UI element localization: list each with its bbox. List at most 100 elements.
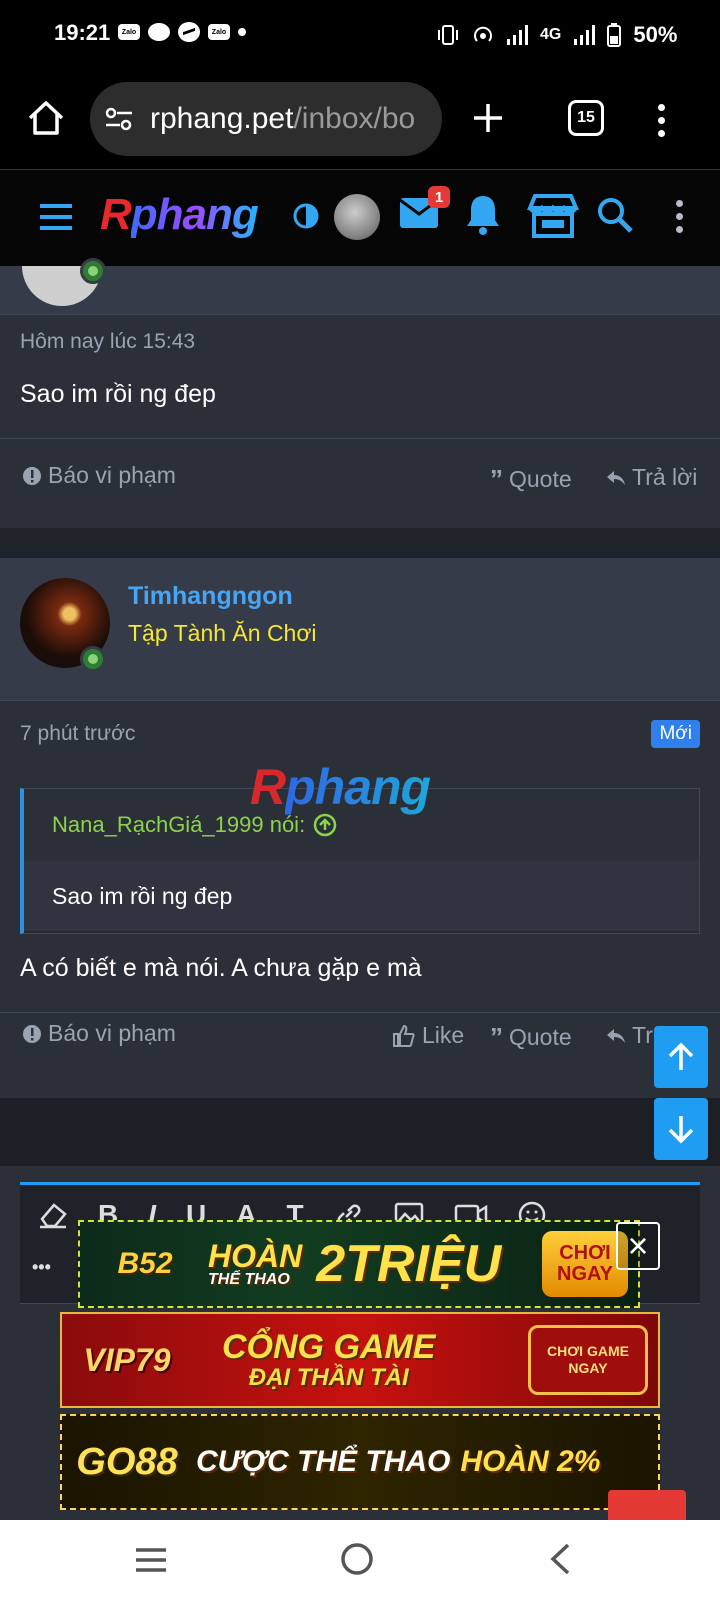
ad-go88-line1: CƯỢC THỂ THAO <box>196 1445 451 1478</box>
quote-button[interactable]: ” Quote <box>490 464 572 495</box>
tab-switcher-button[interactable]: 15 <box>568 100 604 136</box>
post-1-body: Sao im rồi ng đep <box>20 380 216 408</box>
ad-b52-cta-line1: CHƠI <box>559 1242 611 1264</box>
divider <box>0 700 720 701</box>
hamburger-menu-icon[interactable] <box>38 202 74 232</box>
back-icon[interactable] <box>548 1542 572 1576</box>
arrow-up-icon <box>668 1042 694 1070</box>
alert-icon <box>23 466 41 485</box>
ad-vip79-cta-line2: NGAY <box>568 1360 608 1376</box>
signal-icon-2 <box>574 25 596 45</box>
ad-vip79-cta-line1: CHƠI GAME <box>547 1343 629 1360</box>
hotspot-icon <box>474 26 492 42</box>
report-button[interactable]: Báo vi phạm <box>22 462 176 489</box>
quote-button[interactable]: ” Quote <box>490 1022 572 1053</box>
quote-icon: ” <box>490 464 503 494</box>
like-button[interactable]: Like <box>392 1022 464 1049</box>
reply-icon <box>607 470 625 485</box>
ad-go88-headline: HOÀN 2% <box>460 1445 601 1478</box>
post-2-userbar: Timhangngon Tập Tành Ăn Chơi <box>0 558 720 700</box>
ad-vip79-logo: VIP79 <box>83 1341 171 1378</box>
post-gap <box>0 528 720 558</box>
system-nav-bar <box>0 1520 720 1600</box>
battery-icon <box>607 23 622 47</box>
logo-letter: R <box>100 190 132 239</box>
thumbs-up-icon <box>393 1024 415 1047</box>
arrow-up-circle-icon[interactable] <box>313 813 337 837</box>
bell-icon[interactable] <box>464 192 502 236</box>
submit-button[interactable] <box>608 1490 686 1520</box>
divider <box>0 314 720 315</box>
report-label: Báo vi phạm <box>48 1020 176 1046</box>
post-2-time: 7 phút trước <box>20 722 136 745</box>
address-bar[interactable]: rphang.pet/inbox/bo <box>90 82 442 156</box>
home-nav-icon[interactable] <box>340 1542 374 1576</box>
ad-b52-logo: B52 <box>117 1247 173 1280</box>
post-1-userbar <box>0 258 720 314</box>
url-host: rphang.pet <box>150 102 294 135</box>
like-label: Like <box>422 1022 465 1048</box>
browser-toolbar: rphang.pet/inbox/bo 15 <box>0 70 720 170</box>
ad-b52-headline: 2TRIỆU <box>316 1235 502 1293</box>
section-separator <box>0 1098 720 1166</box>
divider <box>0 1012 720 1013</box>
vibrate-icon <box>438 25 458 45</box>
ad-b52-line1: HOÀN <box>208 1238 303 1274</box>
watermark-letter: R <box>250 759 286 815</box>
signal-icon <box>507 25 528 45</box>
site-menu-icon[interactable] <box>676 200 684 233</box>
site-logo[interactable]: Rphang <box>100 190 259 240</box>
status-bar: 19:21 Zalo Zalo 4G 50% <box>0 0 720 70</box>
reply-icon <box>607 1028 625 1043</box>
scroll-to-bottom-button[interactable] <box>654 1098 708 1160</box>
ad-banner-vip79[interactable]: VIP79 CỔNG GAME ĐẠI THẦN TÀI CHƠI GAME N… <box>60 1312 660 1408</box>
url-path: /inbox/bo <box>293 102 416 135</box>
more-tools-button[interactable]: ••• <box>32 1257 51 1278</box>
browser-menu-icon[interactable] <box>658 104 666 137</box>
site-settings-icon[interactable] <box>104 106 134 132</box>
theme-toggle-icon[interactable] <box>292 202 320 230</box>
reply-button[interactable]: Tr <box>606 1022 653 1049</box>
quote-text: Sao im rồi ng đep <box>24 861 699 931</box>
watermark-text: phang <box>285 759 431 815</box>
site-header: Rphang 1 <box>0 170 720 266</box>
battery-percent: 50% <box>633 22 678 47</box>
reply-button[interactable]: Trả lời <box>606 464 697 491</box>
eraser-icon[interactable] <box>38 1201 68 1229</box>
ad-close-button[interactable]: × <box>616 1222 660 1270</box>
store-icon[interactable] <box>526 192 580 240</box>
recent-apps-icon[interactable] <box>134 1546 168 1574</box>
online-status-icon <box>80 646 106 672</box>
zalo-notification-icon: Zalo <box>118 24 140 40</box>
inbox-count-badge: 1 <box>428 186 450 208</box>
chat-notification-icon <box>148 23 170 41</box>
post-2-username[interactable]: Timhangngon <box>128 582 293 611</box>
reply-label: Trả lời <box>632 464 698 490</box>
ad-banner-b52[interactable]: B52 HOÀN THỂ THAO 2TRIỆU CHƠI NGAY <box>78 1220 640 1308</box>
ad-vip79-cta[interactable]: CHƠI GAME NGAY <box>528 1325 648 1395</box>
messenger-notification-icon <box>178 22 200 42</box>
clock: 19:21 <box>54 20 111 45</box>
ad-vip79-line2: ĐẠI THẦN TÀI <box>248 1364 409 1392</box>
alert-icon <box>23 1024 41 1043</box>
quote-label: Quote <box>509 1024 572 1050</box>
post-1-time: Hôm nay lúc 15:43 <box>20 330 196 353</box>
logo-text: phang <box>130 190 259 239</box>
post-2-user-title: Tập Tành Ăn Chơi <box>128 620 317 646</box>
user-avatar[interactable] <box>334 194 380 240</box>
quote-icon: ” <box>490 1022 503 1052</box>
home-icon[interactable] <box>26 98 66 138</box>
report-button[interactable]: Báo vi phạm <box>22 1020 176 1047</box>
new-tab-icon[interactable] <box>470 100 506 136</box>
post-card-2: Timhangngon Tập Tành Ăn Chơi 7 phút trướ… <box>0 558 720 1098</box>
post-card-1: Hôm nay lúc 15:43 Sao im rồi ng đep Báo … <box>0 258 720 528</box>
scroll-to-top-button[interactable] <box>654 1026 708 1088</box>
report-label: Báo vi phạm <box>48 462 176 488</box>
search-icon[interactable] <box>596 196 634 234</box>
ad-b52-cta-line2: NGAY <box>557 1263 613 1285</box>
more-notifications-dot <box>238 28 246 36</box>
arrow-down-icon <box>668 1116 694 1144</box>
network-type: 4G <box>540 26 562 43</box>
watermark-logo: Rphang <box>250 758 431 816</box>
ad-banner-go88[interactable]: GO88 CƯỢC THỂ THAO HOÀN 2% <box>60 1414 660 1510</box>
